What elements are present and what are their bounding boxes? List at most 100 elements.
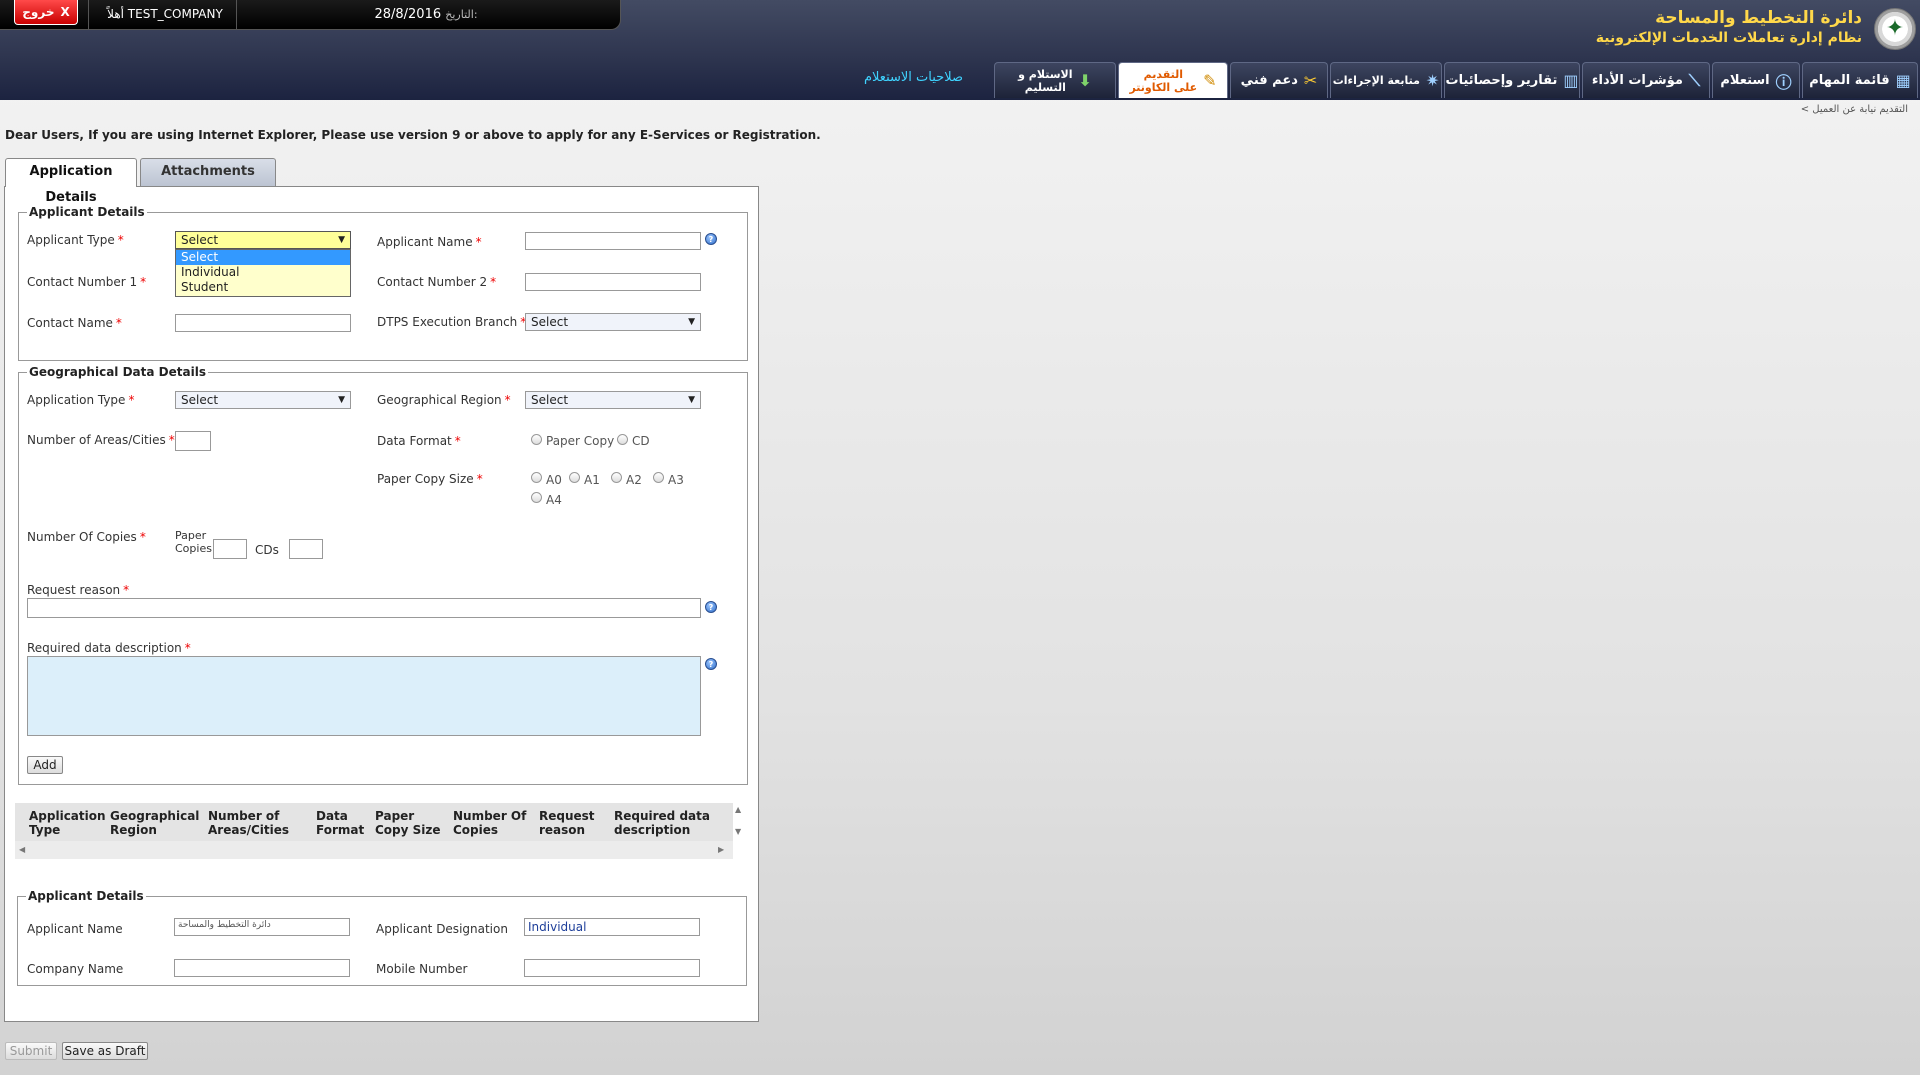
format-paper-radio[interactable] — [531, 434, 542, 445]
nav-tab-label-1: التقديم — [1143, 67, 1184, 81]
dropdown-arrow-icon: ▼ — [338, 395, 345, 405]
col-text: Region — [110, 823, 157, 837]
gear-icon: ✷ — [1425, 71, 1440, 90]
tab-application-details[interactable]: Application Details — [5, 158, 137, 205]
dropdown-option[interactable]: Select — [176, 250, 350, 265]
nav-tab-tasks[interactable]: ▦ قائمة المهام — [1802, 62, 1918, 98]
nav-tab-kpi[interactable]: ⟋ مؤشرات الأداء — [1582, 62, 1710, 98]
section-title: Geographical Data Details — [29, 365, 206, 379]
required-marker: * — [475, 235, 482, 249]
scroll-down-icon[interactable]: ▼ — [735, 827, 741, 836]
scroll-right-icon[interactable]: ▶ — [718, 845, 724, 854]
summary-applicant-name-input[interactable]: دائرة التخطيط والمساحة — [174, 918, 350, 936]
nav-tab-label: مؤشرات الأداء — [1591, 73, 1683, 88]
grid-col-application-type: Application Type — [29, 809, 106, 837]
select-value: Select — [181, 393, 219, 407]
scroll-up-icon[interactable]: ▲ — [735, 805, 741, 814]
nav-tab-follow-procedures[interactable]: ✷ متابعة الإجراءات — [1330, 62, 1442, 98]
label-text: Paper Copy Size — [377, 472, 474, 486]
label-text: Applicant Type — [27, 233, 115, 247]
select-value: Select — [531, 393, 569, 407]
label-text: Contact Number 1 — [27, 275, 138, 289]
col-text: Format — [316, 823, 365, 837]
info-icon: ⓘ — [1775, 72, 1792, 92]
applicant-type-label: Applicant Type * — [27, 233, 124, 247]
nav-tab-receive-deliver[interactable]: ⬇ الاستلام و التسليم — [994, 62, 1116, 98]
nav-tab-label: استعلام — [1720, 73, 1770, 88]
paper-copies-label: Paper Copies — [175, 529, 212, 555]
dropdown-option[interactable]: Student — [176, 280, 350, 295]
size-a0-label: A0 — [546, 473, 562, 487]
help-icon[interactable]: ? — [705, 601, 717, 613]
nav-tab-label: دعم فني — [1240, 73, 1298, 88]
format-cd-label: CD — [632, 434, 650, 448]
dtps-branch-select[interactable]: Select ▼ — [525, 313, 701, 331]
nav-tab-label-1: الاستلام و — [1018, 67, 1073, 81]
applicant-designation-input[interactable]: Individual — [524, 918, 700, 936]
help-icon[interactable]: ? — [705, 233, 717, 245]
logo-emblem-icon: ✦ — [1885, 16, 1905, 41]
mobile-number-input[interactable] — [524, 959, 700, 977]
dropdown-arrow-icon: ▼ — [688, 395, 695, 405]
col-text: Data — [316, 809, 348, 823]
request-reason-label: Request reason * — [27, 583, 129, 597]
company-name-input[interactable] — [174, 959, 350, 977]
required-desc-textarea[interactable] — [27, 656, 701, 736]
format-cd-radio[interactable] — [617, 434, 628, 445]
grid-horizontal-scrollbar[interactable]: ◀ ▶ — [15, 841, 733, 859]
request-reason-input[interactable] — [27, 598, 701, 618]
dtps-logo: ✦ — [1874, 8, 1916, 50]
date-value: 28/8/2016 — [374, 7, 442, 22]
application-type-select[interactable]: Select ▼ — [175, 391, 351, 409]
nav-tab-tech-support[interactable]: ✂ دعم فني — [1230, 62, 1328, 98]
scroll-left-icon[interactable]: ◀ — [19, 845, 25, 854]
applicant-type-select[interactable]: Select ▼ — [175, 231, 351, 249]
download-icon: ⬇ — [1078, 71, 1092, 90]
label-text: DTPS Execution Branch — [377, 315, 518, 329]
num-areas-label: Number of Areas/Cities * — [27, 433, 175, 447]
tools-icon: ✂ — [1303, 71, 1318, 90]
grid-col-num-areas: Number of Areas/Cities — [208, 809, 289, 837]
col-text: Required data — [614, 809, 710, 823]
nav-tab-inquiry[interactable]: ⓘ استعلام — [1712, 62, 1800, 98]
required-marker: * — [184, 641, 191, 655]
size-a4-radio[interactable] — [531, 492, 542, 503]
size-a0-radio[interactable] — [531, 472, 542, 483]
required-marker: * — [139, 530, 146, 544]
required-marker: * — [140, 275, 147, 289]
contact-name-input[interactable] — [175, 314, 351, 332]
size-a1-radio[interactable] — [569, 472, 580, 483]
num-copies-label: Number Of Copies * — [27, 530, 146, 544]
contact-number-2-input[interactable] — [525, 273, 701, 291]
applicant-name-input[interactable] — [525, 232, 701, 250]
permissions-link[interactable]: صلاحيات الاستعلام — [864, 70, 963, 85]
size-a2-label: A2 — [626, 473, 642, 487]
grid-col-request-reason: Request reason — [539, 809, 595, 837]
tab-attachments[interactable]: Attachments — [140, 158, 276, 186]
close-icon: X — [60, 5, 70, 19]
save-draft-button[interactable]: Save as Draft — [62, 1042, 148, 1060]
logout-button[interactable]: خروج X — [14, 0, 78, 25]
breadcrumb[interactable]: التقديم نيابة عن العميل > — [1801, 104, 1908, 115]
cds-input[interactable] — [289, 539, 323, 559]
calendar-icon: ▦ — [1895, 71, 1911, 90]
nav-tab-counter-submission[interactable]: ✎ التقديم على الكاونتر — [1118, 62, 1228, 98]
paper-copies-input[interactable] — [213, 539, 247, 559]
required-marker: * — [454, 434, 461, 448]
dropdown-option[interactable]: Individual — [176, 265, 350, 280]
nav-tab-reports[interactable]: ▥ تقارير وإحصائيات — [1444, 62, 1580, 98]
size-a2-radio[interactable] — [611, 472, 622, 483]
col-text: Number Of — [453, 809, 527, 823]
num-areas-input[interactable] — [175, 431, 211, 451]
col-text: Type — [29, 823, 61, 837]
submit-button[interactable]: Submit — [5, 1042, 57, 1060]
line-chart-icon: ⟋ — [1688, 70, 1701, 90]
add-button[interactable]: Add — [27, 756, 63, 774]
help-icon[interactable]: ? — [705, 658, 717, 670]
label-text: Copies — [175, 542, 212, 555]
col-text: reason — [539, 823, 586, 837]
required-marker: * — [476, 472, 483, 486]
geographical-region-select[interactable]: Select ▼ — [525, 391, 701, 409]
size-a3-radio[interactable] — [653, 472, 664, 483]
nav-tab-label: قائمة المهام — [1809, 73, 1890, 88]
